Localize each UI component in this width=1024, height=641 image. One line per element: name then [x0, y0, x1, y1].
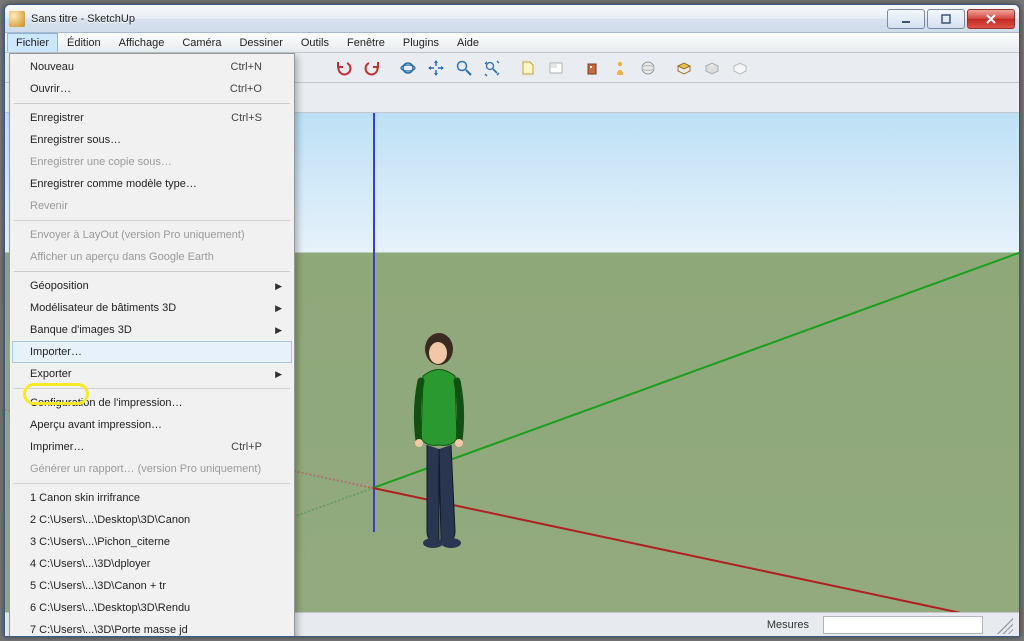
app-window: Sans titre - SketchUp Fichier Édition Af…: [4, 4, 1020, 637]
menu-config-impression[interactable]: Configuration de l'impression…: [12, 392, 292, 414]
measure-label: Mesures: [767, 619, 809, 631]
menu-edition[interactable]: Édition: [58, 33, 110, 52]
menu-fenetre[interactable]: Fenêtre: [338, 33, 394, 52]
menu-recent-1[interactable]: 1 Canon skin irrifrance: [12, 487, 292, 509]
menu-banque-images[interactable]: Banque d'images 3D: [12, 319, 292, 341]
window-title: Sans titre - SketchUp: [31, 13, 135, 25]
menu-aide[interactable]: Aide: [448, 33, 488, 52]
menu-rapport: Générer un rapport… (version Pro uniquem…: [12, 458, 292, 480]
menu-apercu-impression[interactable]: Aperçu avant impression…: [12, 414, 292, 436]
close-button[interactable]: [967, 9, 1015, 29]
file-menu-dropdown: NouveauCtrl+N Ouvrir…Ctrl+O EnregistrerC…: [9, 53, 295, 637]
menu-recent-3[interactable]: 3 C:\Users\...\Pichon_citerne: [12, 531, 292, 553]
window-controls: [885, 9, 1015, 29]
resize-grip-icon[interactable]: [995, 616, 1013, 634]
menu-camera[interactable]: Caméra: [173, 33, 230, 52]
sheet-icon[interactable]: [543, 55, 569, 81]
measure-input[interactable]: [823, 616, 983, 634]
titlebar: Sans titre - SketchUp: [5, 5, 1019, 33]
menu-dessiner[interactable]: Dessiner: [230, 33, 291, 52]
globe-icon[interactable]: [635, 55, 661, 81]
component-icon[interactable]: [671, 55, 697, 81]
group-icon[interactable]: [699, 55, 725, 81]
menu-sep: [14, 103, 290, 104]
app-icon: [9, 11, 25, 27]
menu-enregistrer-sous[interactable]: Enregistrer sous…: [12, 129, 292, 151]
redo-icon[interactable]: [359, 55, 385, 81]
menu-google-earth: Afficher un aperçu dans Google Earth: [12, 246, 292, 268]
menu-geoposition[interactable]: Géoposition: [12, 275, 292, 297]
menu-copie-sous: Enregistrer une copie sous…: [12, 151, 292, 173]
menu-recent-4[interactable]: 4 C:\Users\...\3D\dployer: [12, 553, 292, 575]
menu-recent-2[interactable]: 2 C:\Users\...\Desktop\3D\Canon: [12, 509, 292, 531]
zoom-extents-icon[interactable]: [479, 55, 505, 81]
menu-recent-5[interactable]: 5 C:\Users\...\3D\Canon + tr: [12, 575, 292, 597]
orbit-icon[interactable]: [395, 55, 421, 81]
zoom-icon[interactable]: [451, 55, 477, 81]
menu-sep: [14, 483, 290, 484]
menu-fichier[interactable]: Fichier: [7, 33, 58, 52]
menu-recent-6[interactable]: 6 C:\Users\...\Desktop\3D\Rendu: [12, 597, 292, 619]
menu-sep: [14, 271, 290, 272]
pan-icon[interactable]: [423, 55, 449, 81]
menubar: Fichier Édition Affichage Caméra Dessine…: [5, 33, 1019, 53]
menu-affichage[interactable]: Affichage: [110, 33, 174, 52]
menu-nouveau[interactable]: NouveauCtrl+N: [12, 56, 292, 78]
undo-icon[interactable]: [331, 55, 357, 81]
menu-recent-7[interactable]: 7 C:\Users\...\3D\Porte masse jd: [12, 619, 292, 637]
menu-sep: [14, 220, 290, 221]
menu-outils[interactable]: Outils: [292, 33, 338, 52]
menu-modelisateur[interactable]: Modélisateur de bâtiments 3D: [12, 297, 292, 319]
file-icon[interactable]: [515, 55, 541, 81]
menu-revenir: Revenir: [12, 195, 292, 217]
menu-imprimer[interactable]: Imprimer…Ctrl+P: [12, 436, 292, 458]
minimize-button[interactable]: [887, 9, 925, 29]
scale-figure: [409, 331, 469, 551]
menu-layout: Envoyer à LayOut (version Pro uniquement…: [12, 224, 292, 246]
maximize-button[interactable]: [927, 9, 965, 29]
menu-sep: [14, 388, 290, 389]
menu-ouvrir[interactable]: Ouvrir…Ctrl+O: [12, 78, 292, 100]
menu-importer[interactable]: Importer…: [12, 341, 292, 363]
axis-z-blue: [373, 113, 375, 532]
menu-enregistrer[interactable]: EnregistrerCtrl+S: [12, 107, 292, 129]
person-icon[interactable]: [607, 55, 633, 81]
menu-exporter[interactable]: Exporter: [12, 363, 292, 385]
palette-icon[interactable]: [727, 55, 753, 81]
menu-plugins[interactable]: Plugins: [394, 33, 448, 52]
building-icon[interactable]: [579, 55, 605, 81]
menu-modele-type[interactable]: Enregistrer comme modèle type…: [12, 173, 292, 195]
